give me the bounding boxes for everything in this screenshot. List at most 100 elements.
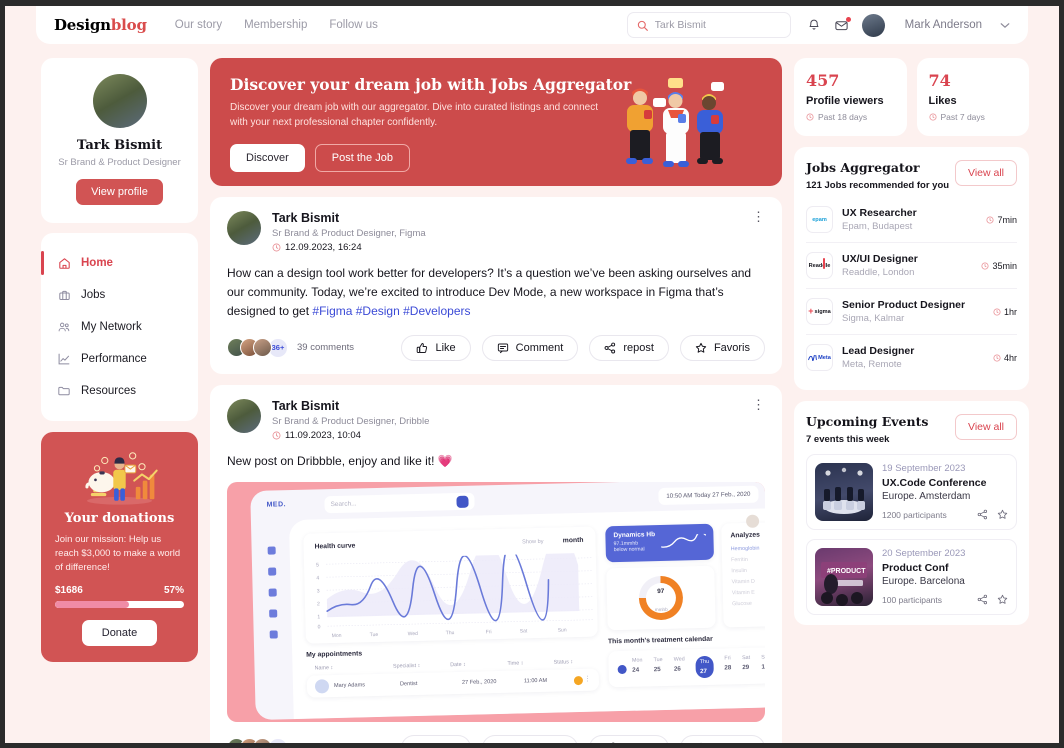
analyzes-item[interactable]: Hemoglobin bbox=[731, 545, 765, 552]
stat-value: 457 bbox=[806, 71, 840, 90]
dashboard-user-avatar[interactable] bbox=[745, 514, 760, 528]
appointments-column-header[interactable]: Name ↕ bbox=[314, 663, 393, 671]
appointments-column-header[interactable]: Time ↕ bbox=[507, 659, 553, 666]
post-avatar[interactable] bbox=[227, 211, 261, 245]
star-icon[interactable] bbox=[997, 594, 1008, 605]
analyzes-item[interactable]: Vitamin D bbox=[732, 578, 765, 585]
reaction-avatars[interactable]: 36+ bbox=[227, 337, 288, 358]
appointment-time: 11:00 AM bbox=[523, 677, 548, 685]
avatar[interactable] bbox=[861, 13, 885, 37]
calendar-day-cell[interactable]: Mon 24 bbox=[632, 657, 643, 679]
stat-card-profile-viewers[interactable]: 457 Profile viewers Past 18 days bbox=[794, 58, 907, 136]
appointments-column-header[interactable]: Specialist ↕ bbox=[393, 662, 450, 670]
nav-link-membership[interactable]: Membership bbox=[244, 19, 307, 31]
profile-avatar[interactable] bbox=[92, 74, 147, 128]
jobs-view-all-button[interactable]: View all bbox=[955, 160, 1017, 186]
view-profile-button[interactable]: View profile bbox=[76, 179, 163, 205]
post-more-options-icon[interactable]: ⋮ bbox=[752, 210, 765, 223]
home-icon[interactable] bbox=[267, 546, 276, 555]
search-icon bbox=[637, 20, 648, 31]
svg-text:#PRODUCT: #PRODUCT bbox=[827, 568, 866, 575]
chevron-down-icon[interactable] bbox=[1000, 22, 1010, 29]
job-title: Lead Designer bbox=[842, 345, 915, 357]
nav-link-follow-us[interactable]: Follow us bbox=[329, 19, 378, 31]
post-comment-count[interactable]: 12 comments bbox=[297, 742, 354, 743]
profile-name: Tark Bismit bbox=[76, 138, 163, 153]
job-time: 7min bbox=[986, 215, 1017, 225]
calendar-day-cell[interactable]: Wed 26 bbox=[674, 656, 686, 678]
sidebar-item-resources[interactable]: Resources bbox=[41, 375, 198, 407]
health-curve-showby-value[interactable]: month bbox=[563, 537, 584, 545]
appointment-more-icon[interactable]: ⋮ bbox=[584, 676, 591, 683]
reaction-avatars[interactable]: 18+ bbox=[227, 737, 288, 743]
calendar-day-cell[interactable]: Thu 27 bbox=[695, 655, 714, 678]
nav-link-our-story[interactable]: Our story bbox=[175, 19, 222, 31]
sidebar-item-performance[interactable]: Performance bbox=[41, 343, 198, 375]
calendar-day-cell[interactable]: Sat 29 bbox=[742, 655, 751, 677]
favoris-button[interactable]: Favoris bbox=[679, 734, 765, 743]
job-title: Senior Product Designer bbox=[842, 299, 966, 311]
event-title: Product Conf bbox=[882, 562, 949, 574]
repost-button[interactable]: repost bbox=[589, 734, 669, 743]
comment-icon bbox=[497, 342, 509, 354]
document-icon[interactable] bbox=[268, 588, 277, 597]
appointments-column-header[interactable]: Status ↕ bbox=[554, 659, 591, 665]
sidebar-item-jobs[interactable]: Jobs bbox=[41, 279, 198, 311]
share-icon[interactable] bbox=[977, 594, 988, 605]
post-avatar[interactable] bbox=[227, 398, 261, 433]
post-author-name: Tark Bismit bbox=[272, 398, 340, 413]
like-button[interactable]: Like bbox=[401, 734, 471, 743]
analyzes-item[interactable]: Vitamin E bbox=[732, 589, 765, 596]
donate-button[interactable]: Donate bbox=[81, 620, 158, 647]
post-hashtags[interactable]: #Figma #Design #Developers bbox=[312, 304, 470, 318]
analyzes-item[interactable]: Ferritin bbox=[731, 556, 765, 563]
donations-percent: 57% bbox=[163, 585, 184, 597]
events-view-all-button[interactable]: View all bbox=[955, 414, 1017, 440]
calendar-prev-icon[interactable] bbox=[617, 664, 627, 674]
mail-icon[interactable] bbox=[834, 16, 851, 33]
like-button[interactable]: Like bbox=[401, 334, 471, 361]
star-icon[interactable] bbox=[997, 509, 1008, 520]
sidebar-item-home[interactable]: Home bbox=[41, 247, 198, 279]
appointments-row[interactable]: Mary Adams Dentist 27 Feb., 2020 11:00 A… bbox=[306, 668, 600, 698]
calendar-day-cell[interactable]: Tue 25 bbox=[653, 657, 663, 679]
job-list-item[interactable]: + sigma Senior Product Designer Sigma, K… bbox=[806, 289, 1017, 335]
search-input[interactable] bbox=[654, 19, 775, 31]
discover-button[interactable]: Discover bbox=[230, 144, 305, 172]
appointments-column-header[interactable]: Date ↕ bbox=[450, 661, 507, 668]
post-more-options-icon[interactable]: ⋮ bbox=[752, 397, 765, 410]
calendar-day-cell[interactable]: Sun 1 bbox=[761, 654, 765, 676]
settings-icon[interactable] bbox=[269, 630, 278, 639]
job-list-item[interactable]: epam UX Researcher Epam, Budapest 7min bbox=[806, 197, 1017, 243]
top-navigation-bar: Designblog Our story Membership Follow u… bbox=[36, 6, 1028, 44]
stat-card-likes[interactable]: 74 Likes Past 7 days bbox=[916, 58, 1029, 136]
event-list-item[interactable]: #PRODUCT 20 September 2023 Product Conf … bbox=[806, 539, 1017, 615]
user-icon[interactable] bbox=[268, 567, 277, 576]
analyzes-item[interactable]: Insulin bbox=[731, 567, 765, 574]
svg-text:0: 0 bbox=[317, 624, 320, 630]
search-box[interactable] bbox=[626, 12, 791, 38]
dashboard-search[interactable]: Search... bbox=[324, 492, 475, 513]
sidebar-item-my-network[interactable]: My Network bbox=[41, 311, 198, 343]
favoris-button[interactable]: Favoris bbox=[679, 334, 765, 361]
post-the-job-button[interactable]: Post the Job bbox=[314, 144, 410, 172]
bell-icon[interactable] bbox=[807, 18, 821, 32]
sidebar-item-label: My Network bbox=[81, 321, 142, 333]
site-logo[interactable]: Designblog bbox=[54, 16, 147, 34]
reaction-more-count[interactable]: 18+ bbox=[268, 737, 288, 743]
event-list-item[interactable]: 19 September 2023 UX.Code Conference Eur… bbox=[806, 454, 1017, 530]
account-name[interactable]: Mark Anderson bbox=[905, 19, 982, 31]
dashboard-time-label: 10:50 AM Today 27 Feb., 2020 bbox=[658, 485, 759, 505]
company-logo-readdle: Readdle bbox=[806, 252, 833, 279]
analyzes-item[interactable]: Glucose bbox=[732, 600, 765, 607]
comment-button[interactable]: Comment bbox=[481, 734, 579, 743]
repost-button[interactable]: repost bbox=[589, 334, 669, 361]
star-icon[interactable] bbox=[269, 609, 278, 618]
share-icon[interactable] bbox=[977, 509, 988, 520]
job-list-item[interactable]: Readdle UX/UI Designer Readdle, London 3… bbox=[806, 243, 1017, 289]
calendar-day-cell[interactable]: Fri 28 bbox=[724, 655, 731, 677]
job-list-item[interactable]: Meta Lead Designer Meta, Remote 4hr bbox=[806, 335, 1017, 380]
post-image-attachment[interactable]: MED. Search... 10:50 AM Today 27 Feb., 2… bbox=[227, 481, 765, 722]
post-comment-count[interactable]: 39 comments bbox=[297, 342, 354, 353]
comment-button[interactable]: Comment bbox=[481, 334, 579, 361]
